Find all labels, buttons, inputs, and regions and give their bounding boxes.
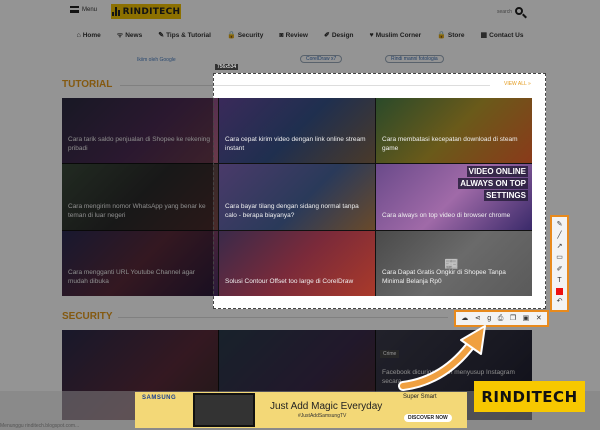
translate-widget[interactable]: Ikiim oleh Google (137, 57, 176, 63)
nav-item-home[interactable]: ⌂ Home (69, 28, 109, 42)
tv-image (193, 393, 255, 427)
grid-icon: ▦ (480, 32, 488, 39)
marker-icon[interactable]: ✐ (554, 266, 566, 274)
save-icon[interactable]: ▣ (523, 314, 530, 323)
hamburger-icon (70, 6, 79, 13)
nav-item-review[interactable]: ◙ Review (271, 28, 316, 42)
ad-hashtag: #JustAddSamsungTV (298, 413, 347, 419)
line-icon[interactable]: ╱ (554, 232, 566, 240)
article-tile[interactable]: Cara tarik saldo penjualan di Shopee ke … (62, 98, 218, 164)
camera-icon: ◙ (279, 31, 284, 39)
ad-headline: Just Add Magic Everyday (270, 401, 383, 412)
nav-label: Security (237, 31, 264, 39)
article-tile[interactable]: Cara mengirim nomor WhatsApp yang benar … (62, 164, 218, 230)
ad-cta-button[interactable]: DISCOVER NOW (404, 414, 452, 422)
pencil-icon[interactable]: ✎ (554, 221, 566, 229)
lock-icon: 🔒 (226, 32, 236, 39)
rectangle-icon[interactable]: ▭ (554, 254, 566, 262)
nav-label: Review (285, 31, 308, 39)
section-divider (118, 317, 448, 318)
copy-icon[interactable]: ❐ (510, 314, 516, 323)
logo-bars-icon (111, 7, 120, 16)
nav-label: Tips & Tutorial (166, 31, 211, 39)
nav-item-news[interactable]: ᯤ News (109, 28, 150, 42)
nav-item-muslim-corner[interactable]: ♥ Muslim Corner (362, 28, 430, 42)
section-title-security: SECURITY (62, 311, 113, 322)
nav-label: Contact Us (489, 31, 524, 39)
search-label: search (497, 9, 513, 15)
nav-label: Muslim Corner (375, 31, 422, 39)
nav-label: News (125, 31, 143, 39)
article-title[interactable]: Cara tarik saldo penjualan di Shopee ke … (68, 135, 210, 153)
nav-item-tips-tutorial[interactable]: ✎ Tips & Tutorial (150, 28, 219, 42)
browser-status-text: Menunggu rinditech.blogspot.com... (0, 423, 80, 429)
selection-size-label: 756x534 (215, 64, 239, 70)
main-nav: ⌂ Home ᯤ News ✎ Tips & Tutorial 🔒 Security ◙ Revi… (0, 28, 600, 42)
article-tile[interactable]: Cara mengganti URL Youtube Channel agar … (62, 230, 218, 296)
tag-pill[interactable]: CorelDraw x7 (300, 55, 343, 63)
rinditech-watermark: RINDITECH (474, 381, 585, 412)
site-logo[interactable]: RINDITECH (111, 4, 181, 19)
nav-label: Store (447, 31, 465, 39)
article-title[interactable]: Cara mengirim nomor WhatsApp yang benar … (68, 202, 210, 220)
wrench-icon: ✎ (158, 32, 165, 39)
home-icon: ⌂ (76, 31, 81, 39)
heart-icon: ♥ (369, 31, 374, 39)
lock-icon: 🔒 (437, 32, 446, 39)
annotation-toolbar: ✎ ╱ ↗ ▭ ✐ T ↶ (550, 215, 569, 312)
undo-icon[interactable]: ↶ (554, 298, 566, 306)
nav-item-store[interactable]: 🔒 Store (429, 28, 472, 42)
capture-selection[interactable] (213, 73, 546, 309)
watermark-text: RINDITECH (481, 387, 578, 406)
logo-text: RINDITECH (122, 6, 181, 17)
section-title-tutorial: TUTORIAL (62, 79, 113, 90)
nav-label: Home (82, 31, 101, 39)
menu-button[interactable]: Menu (70, 6, 97, 13)
site-header: Menu RINDITECH search (0, 0, 600, 26)
search-icon[interactable] (515, 7, 523, 15)
text-icon[interactable]: T (554, 277, 566, 285)
close-icon[interactable]: ✕ (536, 314, 542, 323)
color-swatch-icon[interactable] (556, 288, 563, 296)
tag-pill[interactable]: Rindi manni fotologia (385, 55, 444, 63)
pencil-icon: ✐ (323, 32, 330, 39)
article-title[interactable]: Cara mengganti URL Youtube Channel agar … (68, 268, 210, 286)
rss-icon: ᯤ (116, 31, 124, 39)
arrow-icon[interactable]: ↗ (554, 243, 566, 251)
nav-item-security[interactable]: 🔒 Security (219, 28, 271, 42)
nav-label: Design (331, 31, 354, 39)
ad-brand: SAMSUNG (142, 395, 177, 401)
menu-label: Menu (82, 6, 98, 13)
nav-item-design[interactable]: ✐ Design (316, 28, 362, 42)
nav-item-contact-us[interactable]: ▦ Contact Us (473, 28, 532, 42)
